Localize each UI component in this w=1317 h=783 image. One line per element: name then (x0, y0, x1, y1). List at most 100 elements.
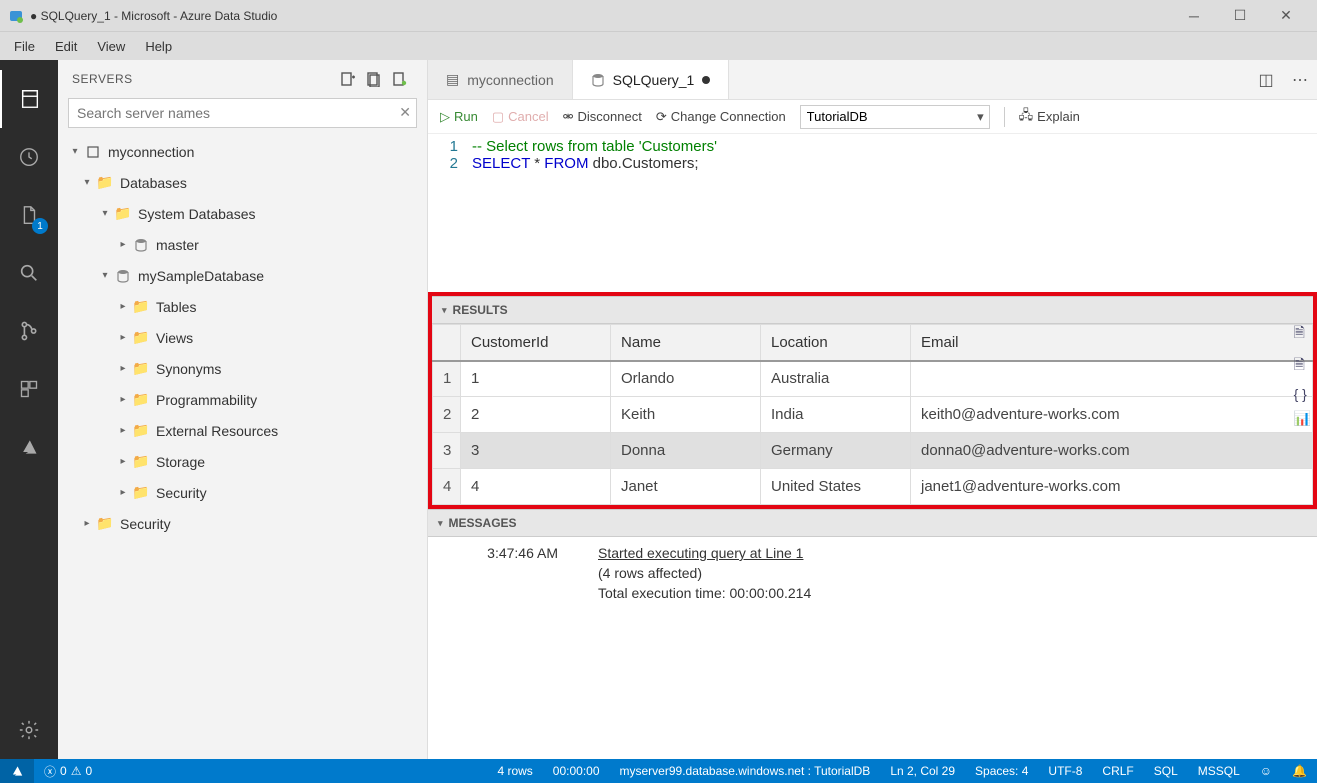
tree-databases[interactable]: ▾📁Databases (58, 167, 427, 198)
results-grid: CustomerId Name Location Email 11Orlando… (432, 324, 1313, 505)
sidebar-title: SERVERS (72, 72, 335, 86)
new-query-icon[interactable] (387, 66, 413, 92)
message-text: Total execution time: 00:00:00.214 (598, 585, 811, 601)
task-history-icon[interactable] (0, 128, 58, 186)
col-customerid[interactable]: CustomerId (461, 325, 611, 361)
explain-icon: 🖧 (1019, 106, 1034, 128)
status-indent[interactable]: Spaces: 4 (965, 759, 1038, 783)
error-icon: ⓧ (44, 763, 56, 780)
azure-icon[interactable] (0, 418, 58, 476)
query-toolbar: ▷ Run ▢ Cancel ⚮ Disconnect ⟳ Change Con… (428, 100, 1317, 134)
status-elapsed[interactable]: 00:00:00 (543, 759, 610, 783)
tree-storage[interactable]: ▸📁Storage (58, 446, 427, 477)
database-select[interactable]: TutorialDB (800, 105, 990, 129)
status-feedback-icon[interactable]: ☺ (1250, 759, 1282, 783)
messages-panel: 3:47:46 AMStarted executing query at Lin… (428, 537, 1317, 613)
tab-myconnection[interactable]: ▤myconnection (428, 60, 573, 99)
folder-icon: 📁 (132, 453, 150, 471)
settings-icon[interactable] (0, 701, 58, 759)
col-location[interactable]: Location (761, 325, 911, 361)
result-actions: 🗎 🗎 { } 📊 (1294, 322, 1311, 427)
tree-connection[interactable]: ▾myconnection (58, 136, 427, 167)
messages-header[interactable]: ▾MESSAGES (428, 509, 1317, 537)
folder-icon: 📁 (132, 391, 150, 409)
servers-sidebar: SERVERS ✕ ▾myconnection ▾📁Databases ▾📁Sy… (58, 60, 428, 759)
results-header[interactable]: ▾RESULTS (432, 296, 1313, 324)
save-excel-icon[interactable]: 🗎 (1294, 354, 1311, 378)
maximize-button[interactable]: ☐ (1217, 0, 1263, 32)
warning-icon: ⚠ (71, 764, 82, 778)
folder-icon: 📁 (96, 515, 114, 533)
table-row[interactable]: 22KeithIndiakeith0@adventure-works.com (433, 397, 1313, 433)
cancel-button[interactable]: ▢ Cancel (492, 109, 549, 125)
tree-security[interactable]: ▸📁Security (58, 508, 427, 539)
row-header-blank[interactable] (433, 325, 461, 361)
folder-icon: 📁 (114, 205, 132, 223)
folder-icon: 📁 (132, 484, 150, 502)
run-button[interactable]: ▷ Run (440, 109, 478, 125)
unsaved-dot-icon (702, 76, 710, 84)
tree-master[interactable]: ▸master (58, 229, 427, 260)
save-json-icon[interactable]: { } (1294, 386, 1311, 402)
status-position[interactable]: Ln 2, Col 29 (880, 759, 965, 783)
status-kernel[interactable]: MSSQL (1188, 759, 1250, 783)
minimize-button[interactable]: ─ (1171, 0, 1217, 32)
menu-view[interactable]: View (87, 35, 135, 58)
database-icon (114, 267, 132, 285)
explain-button[interactable]: 🖧 Explain (1019, 106, 1080, 128)
status-problems[interactable]: ⓧ0 ⚠0 (34, 759, 102, 783)
menu-file[interactable]: File (4, 35, 45, 58)
app-icon (8, 8, 24, 24)
menu-edit[interactable]: Edit (45, 35, 87, 58)
chart-icon[interactable]: 📊 (1294, 410, 1311, 427)
more-actions-icon[interactable]: ⋯ (1283, 60, 1317, 99)
extensions-icon[interactable] (0, 360, 58, 418)
status-azure-icon[interactable] (0, 759, 34, 783)
status-encoding[interactable]: UTF-8 (1038, 759, 1092, 783)
message-text: Started executing query at Line 1 (598, 545, 803, 561)
search-icon[interactable] (0, 244, 58, 302)
tree-tables[interactable]: ▸📁Tables (58, 291, 427, 322)
code-editor[interactable]: 1 2 -- Select rows from table 'Customers… (428, 134, 1317, 292)
source-control-icon[interactable] (0, 302, 58, 360)
folder-icon: 📁 (132, 298, 150, 316)
status-eol[interactable]: CRLF (1092, 759, 1143, 783)
new-connection-icon[interactable] (335, 66, 361, 92)
tab-sqlquery[interactable]: SQLQuery_1 (573, 60, 730, 99)
explorer-icon[interactable]: 1 (0, 186, 58, 244)
status-server[interactable]: myserver99.database.windows.net : Tutori… (610, 759, 881, 783)
editor-tabs: ▤myconnection SQLQuery_1 ◫ ⋯ (428, 60, 1317, 100)
servers-icon[interactable] (0, 70, 58, 128)
table-row[interactable]: 11OrlandoAustralia (433, 361, 1313, 397)
table-row[interactable]: 44JanetUnited Statesjanet1@adventure-wor… (433, 469, 1313, 505)
activity-bar: 1 (0, 60, 58, 759)
folder-icon: 📁 (132, 360, 150, 378)
server-icon (84, 143, 102, 161)
tree-external-resources[interactable]: ▸📁External Resources (58, 415, 427, 446)
titlebar: ● SQLQuery_1 - Microsoft - Azure Data St… (0, 0, 1317, 32)
database-icon (132, 236, 150, 254)
disconnect-icon: ⚮ (563, 109, 574, 125)
col-name[interactable]: Name (611, 325, 761, 361)
menubar: File Edit View Help (0, 32, 1317, 60)
tree-security-inner[interactable]: ▸📁Security (58, 477, 427, 508)
tree-views[interactable]: ▸📁Views (58, 322, 427, 353)
clear-search-icon[interactable]: ✕ (399, 104, 411, 121)
change-connection-button[interactable]: ⟳ Change Connection (656, 109, 786, 125)
status-language[interactable]: SQL (1144, 759, 1188, 783)
tree-sample-db[interactable]: ▾mySampleDatabase (58, 260, 427, 291)
status-rows[interactable]: 4 rows (487, 759, 542, 783)
search-input[interactable] (68, 98, 417, 128)
close-button[interactable]: ✕ (1263, 0, 1309, 32)
status-notifications-icon[interactable]: 🔔 (1282, 759, 1317, 783)
menu-help[interactable]: Help (135, 35, 182, 58)
col-email[interactable]: Email (911, 325, 1313, 361)
new-group-icon[interactable] (361, 66, 387, 92)
tree-synonyms[interactable]: ▸📁Synonyms (58, 353, 427, 384)
split-editor-icon[interactable]: ◫ (1249, 60, 1283, 99)
tree-system-databases[interactable]: ▾📁System Databases (58, 198, 427, 229)
tree-programmability[interactable]: ▸📁Programmability (58, 384, 427, 415)
table-row[interactable]: 33DonnaGermanydonna0@adventure-works.com (433, 433, 1313, 469)
disconnect-button[interactable]: ⚮ Disconnect (563, 109, 642, 125)
save-csv-icon[interactable]: 🗎 (1294, 322, 1311, 346)
